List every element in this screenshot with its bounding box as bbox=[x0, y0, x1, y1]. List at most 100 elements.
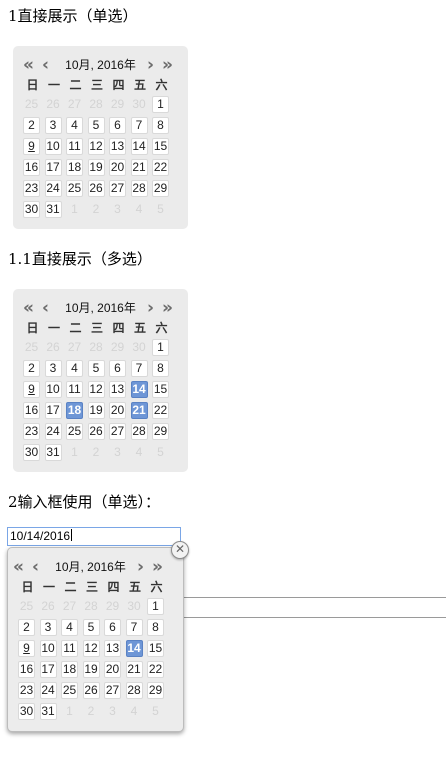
calendar-day[interactable]: 13 bbox=[109, 381, 126, 398]
calendar-day[interactable]: 25 bbox=[66, 180, 83, 197]
month-year-label[interactable]: 10月, 2016年 bbox=[3, 559, 178, 575]
calendar-day[interactable]: 28 bbox=[130, 180, 148, 197]
calendar-day[interactable]: 19 bbox=[87, 402, 105, 419]
calendar-day[interactable]: 20 bbox=[109, 402, 126, 419]
calendar-day[interactable]: 12 bbox=[82, 640, 100, 657]
calendar-day[interactable]: 13 bbox=[109, 138, 126, 155]
calendar-day[interactable]: 20 bbox=[109, 159, 126, 176]
calendar-day[interactable]: 24 bbox=[44, 180, 62, 197]
calendar-day[interactable]: 7 bbox=[130, 117, 148, 134]
calendar-day[interactable]: 14 bbox=[130, 138, 148, 155]
calendar-day[interactable]: 3 bbox=[44, 117, 62, 134]
calendar-day[interactable]: 10 bbox=[39, 640, 57, 657]
calendar-day[interactable]: 28 bbox=[125, 682, 143, 699]
calendar-day[interactable]: 6 bbox=[109, 117, 126, 134]
calendar-day[interactable]: 2 bbox=[23, 117, 40, 134]
calendar-day[interactable]: 5 bbox=[87, 117, 105, 134]
calendar-day[interactable]: 10 bbox=[44, 138, 62, 155]
calendar-day[interactable]: 5 bbox=[82, 619, 100, 636]
day-number: 11 bbox=[68, 382, 81, 396]
calendar-day[interactable]: 10 bbox=[44, 381, 62, 398]
calendar-day[interactable]: 22 bbox=[147, 661, 164, 678]
weekday-label: 二 bbox=[69, 321, 82, 335]
calendar-day[interactable]: 9 bbox=[23, 381, 40, 398]
calendar-day[interactable]: 3 bbox=[39, 619, 57, 636]
calendar-day[interactable]: 24 bbox=[39, 682, 57, 699]
calendar-day[interactable]: 15 bbox=[152, 381, 169, 398]
calendar-day[interactable]: 19 bbox=[82, 661, 100, 678]
calendar-day[interactable]: 30 bbox=[23, 444, 40, 461]
calendar-day[interactable]: 28 bbox=[130, 423, 148, 440]
calendar-day[interactable]: 31 bbox=[44, 201, 62, 218]
calendar-day[interactable]: 20 bbox=[104, 661, 121, 678]
calendar-day[interactable]: 5 bbox=[87, 360, 105, 377]
month-year-label[interactable]: 10月, 2016年 bbox=[13, 300, 188, 316]
calendar-day[interactable]: 6 bbox=[104, 619, 121, 636]
calendar-day[interactable]: 17 bbox=[39, 661, 57, 678]
calendar-day[interactable]: 8 bbox=[152, 360, 169, 377]
calendar-day[interactable]: 23 bbox=[23, 423, 40, 440]
calendar-day[interactable]: 7 bbox=[125, 619, 143, 636]
month-year-label[interactable]: 10月, 2016年 bbox=[13, 57, 188, 73]
calendar-day[interactable]: 17 bbox=[44, 402, 62, 419]
calendar-day[interactable]: 18 bbox=[61, 661, 78, 678]
calendar-day[interactable]: 26 bbox=[87, 180, 105, 197]
calendar-day[interactable]: 27 bbox=[104, 682, 121, 699]
calendar-day[interactable]: 3 bbox=[44, 360, 62, 377]
calendar-day[interactable]: 21 bbox=[130, 402, 148, 419]
calendar-day[interactable]: 17 bbox=[44, 159, 62, 176]
calendar-day[interactable]: 4 bbox=[66, 360, 83, 377]
calendar-day[interactable]: 22 bbox=[152, 402, 169, 419]
calendar-day[interactable]: 26 bbox=[82, 682, 100, 699]
calendar-day[interactable]: 29 bbox=[152, 180, 169, 197]
calendar-day[interactable]: 26 bbox=[87, 423, 105, 440]
calendar-day[interactable]: 12 bbox=[87, 138, 105, 155]
calendar-day[interactable]: 31 bbox=[44, 444, 62, 461]
calendar-day[interactable]: 8 bbox=[152, 117, 169, 134]
calendar-day[interactable]: 27 bbox=[109, 180, 126, 197]
calendar-day[interactable]: 4 bbox=[66, 117, 83, 134]
calendar-day[interactable]: 8 bbox=[147, 619, 164, 636]
calendar-day[interactable]: 13 bbox=[104, 640, 121, 657]
calendar-day[interactable]: 1 bbox=[152, 339, 169, 356]
calendar-day[interactable]: 23 bbox=[18, 682, 35, 699]
calendar-day[interactable]: 9 bbox=[18, 640, 35, 657]
calendar-day[interactable]: 6 bbox=[109, 360, 126, 377]
calendar-day[interactable]: 15 bbox=[147, 640, 164, 657]
calendar-day[interactable]: 29 bbox=[147, 682, 164, 699]
calendar-day[interactable]: 30 bbox=[18, 703, 35, 720]
calendar-day[interactable]: 31 bbox=[39, 703, 57, 720]
calendar-day[interactable]: 18 bbox=[66, 159, 83, 176]
calendar-day[interactable]: 29 bbox=[152, 423, 169, 440]
calendar-day[interactable]: 27 bbox=[109, 423, 126, 440]
calendar-day[interactable]: 4 bbox=[61, 619, 78, 636]
calendar-day[interactable]: 15 bbox=[152, 138, 169, 155]
calendar-day[interactable]: 21 bbox=[130, 159, 148, 176]
calendar-day[interactable]: 1 bbox=[152, 96, 169, 113]
calendar-day[interactable]: 12 bbox=[87, 381, 105, 398]
calendar-day[interactable]: 24 bbox=[44, 423, 62, 440]
calendar-day[interactable]: 25 bbox=[61, 682, 78, 699]
calendar-day[interactable]: 11 bbox=[61, 640, 78, 657]
calendar-day[interactable]: 2 bbox=[23, 360, 40, 377]
calendar-day[interactable]: 30 bbox=[23, 201, 40, 218]
calendar-day[interactable]: 14 bbox=[130, 381, 148, 398]
calendar-day[interactable]: 7 bbox=[130, 360, 148, 377]
calendar-day[interactable]: 22 bbox=[152, 159, 169, 176]
calendar-day[interactable]: 9 bbox=[23, 138, 40, 155]
calendar-day[interactable]: 16 bbox=[23, 402, 40, 419]
calendar-day[interactable]: 21 bbox=[125, 661, 143, 678]
calendar-day[interactable]: 2 bbox=[18, 619, 35, 636]
calendar-day[interactable]: 23 bbox=[23, 180, 40, 197]
calendar-day[interactable]: 1 bbox=[147, 598, 164, 615]
date-input[interactable]: 10/14/2016 bbox=[7, 527, 181, 546]
calendar-day[interactable]: 19 bbox=[87, 159, 105, 176]
calendar-day[interactable]: 14 bbox=[125, 640, 143, 657]
close-icon[interactable]: ✕ bbox=[171, 541, 189, 559]
calendar-day[interactable]: 11 bbox=[66, 381, 83, 398]
calendar-day[interactable]: 11 bbox=[66, 138, 83, 155]
calendar-day[interactable]: 18 bbox=[66, 402, 83, 419]
calendar-day[interactable]: 25 bbox=[66, 423, 83, 440]
calendar-day[interactable]: 16 bbox=[18, 661, 35, 678]
calendar-day[interactable]: 16 bbox=[23, 159, 40, 176]
